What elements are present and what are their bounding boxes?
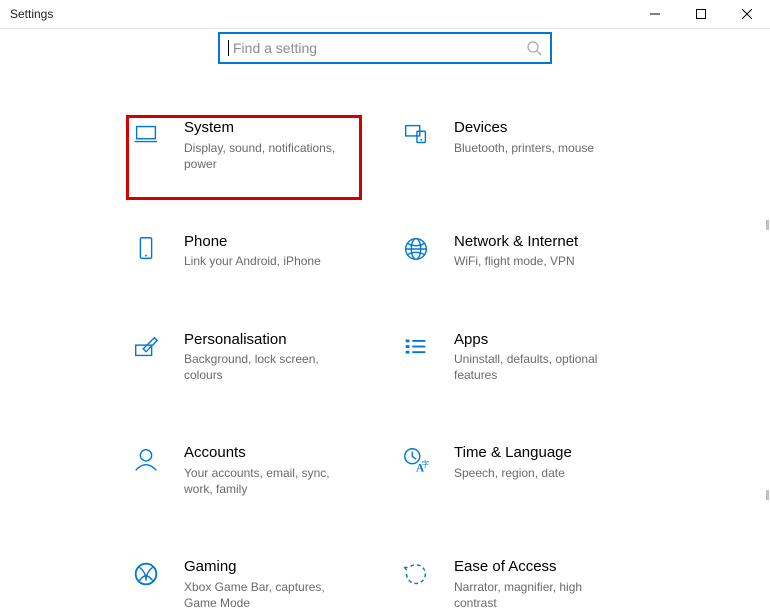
category-accounts[interactable]: Accounts Your accounts, email, sync, wor… bbox=[128, 443, 398, 497]
category-desc: Xbox Game Bar, captures, Game Mode bbox=[184, 579, 344, 609]
window-title: Settings bbox=[0, 7, 53, 21]
window-controls bbox=[632, 0, 770, 27]
category-gaming[interactable]: Gaming Xbox Game Bar, captures, Game Mod… bbox=[128, 557, 398, 609]
category-title: Personalisation bbox=[184, 330, 344, 350]
category-desc: Link your Android, iPhone bbox=[184, 253, 321, 269]
globe-icon bbox=[401, 234, 431, 264]
category-desc: Your accounts, email, sync, work, family bbox=[184, 465, 344, 497]
xbox-icon bbox=[131, 559, 161, 589]
maximize-button[interactable] bbox=[678, 0, 724, 27]
category-time[interactable]: A 字 Time & Language Speech, region, date bbox=[398, 443, 668, 497]
category-devices[interactable]: Devices Bluetooth, printers, mouse bbox=[398, 118, 668, 172]
category-desc: Narrator, magnifier, high contrast bbox=[454, 579, 614, 609]
category-apps[interactable]: Apps Uninstall, defaults, optional featu… bbox=[398, 330, 668, 384]
phone-icon bbox=[131, 234, 161, 264]
category-desc: Speech, region, date bbox=[454, 465, 572, 481]
scrollbar[interactable] bbox=[765, 220, 770, 500]
category-title: Apps bbox=[454, 330, 614, 350]
svg-text:字: 字 bbox=[422, 459, 430, 469]
ease-of-access-icon bbox=[401, 559, 431, 589]
category-personalisation[interactable]: Personalisation Background, lock screen,… bbox=[128, 330, 398, 384]
minimize-icon bbox=[650, 9, 660, 19]
time-language-icon: A 字 bbox=[401, 445, 431, 475]
category-desc: Uninstall, defaults, optional features bbox=[454, 351, 614, 383]
category-desc: Background, lock screen, colours bbox=[184, 351, 344, 383]
laptop-icon bbox=[131, 120, 161, 150]
close-button[interactable] bbox=[724, 0, 770, 27]
category-system[interactable]: System Display, sound, notifications, po… bbox=[128, 118, 398, 172]
category-desc: WiFi, flight mode, VPN bbox=[454, 253, 578, 269]
category-title: Ease of Access bbox=[454, 557, 614, 577]
category-title: System bbox=[184, 118, 344, 138]
person-icon bbox=[131, 445, 161, 475]
minimize-button[interactable] bbox=[632, 0, 678, 27]
search-placeholder: Find a setting bbox=[233, 40, 526, 56]
close-icon bbox=[742, 9, 752, 19]
category-title: Accounts bbox=[184, 443, 344, 463]
category-title: Gaming bbox=[184, 557, 344, 577]
category-ease[interactable]: Ease of Access Narrator, magnifier, high… bbox=[398, 557, 668, 609]
category-network[interactable]: Network & Internet WiFi, flight mode, VP… bbox=[398, 232, 668, 270]
category-title: Phone bbox=[184, 232, 321, 252]
search-input[interactable]: Find a setting bbox=[218, 32, 552, 64]
category-phone[interactable]: Phone Link your Android, iPhone bbox=[128, 232, 398, 270]
list-icon bbox=[401, 332, 431, 362]
category-title: Time & Language bbox=[454, 443, 572, 463]
title-bar: Settings bbox=[0, 0, 770, 28]
maximize-icon bbox=[696, 9, 706, 19]
text-caret bbox=[228, 40, 229, 56]
search-icon bbox=[526, 40, 542, 56]
settings-grid: System Display, sound, notifications, po… bbox=[0, 118, 770, 609]
category-title: Devices bbox=[454, 118, 594, 138]
devices-icon bbox=[401, 120, 431, 150]
paintbrush-icon bbox=[131, 332, 161, 362]
category-title: Network & Internet bbox=[454, 232, 578, 252]
category-desc: Bluetooth, printers, mouse bbox=[454, 140, 594, 156]
category-desc: Display, sound, notifications, power bbox=[184, 140, 344, 172]
